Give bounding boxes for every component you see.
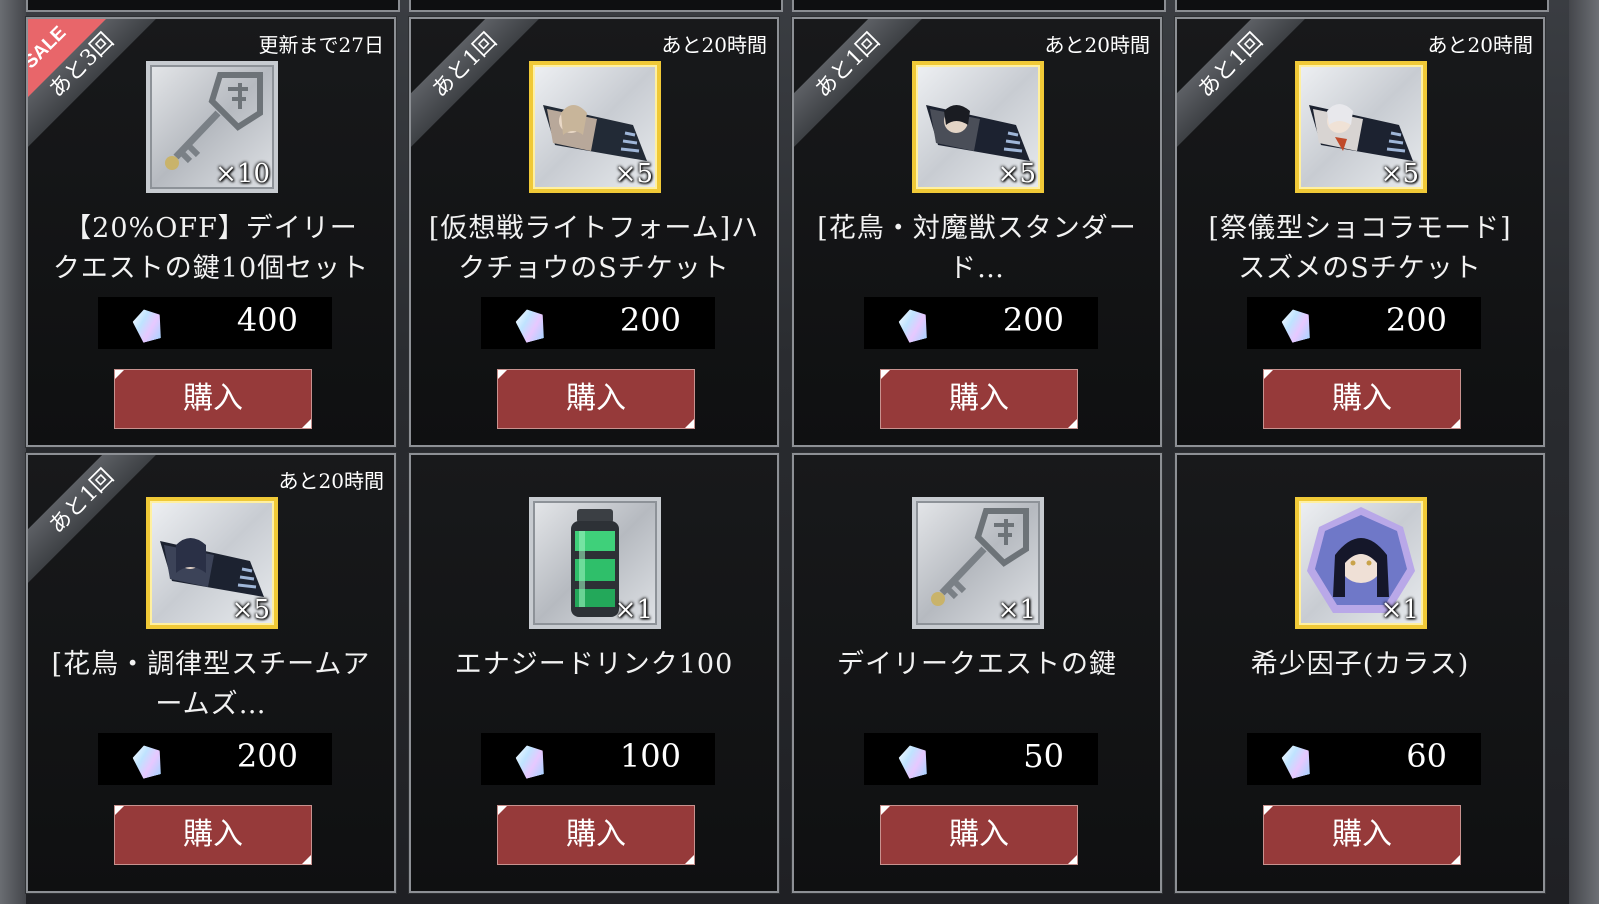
- price-box: 200: [864, 297, 1098, 349]
- item-quantity: ×5: [231, 595, 270, 625]
- shop-card: あと3回 SALE 更新まで27日 ×10 【20%OFF】デイリー クエストの鍵…: [25, 16, 397, 448]
- item-name: [仮想戦ライトフォーム]ハ クチョウのSチケット: [428, 213, 760, 284]
- price-value: 100: [619, 737, 681, 775]
- refresh-timer: あと20時間: [1044, 33, 1150, 57]
- item-icon-frame[interactable]: ×1: [1295, 497, 1427, 629]
- refresh-timer: あと20時間: [661, 33, 767, 57]
- buy-button[interactable]: 購入: [880, 369, 1078, 429]
- refresh-timer: 更新まで27日: [258, 33, 384, 57]
- item-name: [花鳥・調律型スチームア ームズ…: [51, 649, 371, 720]
- refresh-timer: あと20時間: [1427, 33, 1533, 57]
- shop-card: あと1回 あと20時間 ×5 [花鳥・対魔獣スタンダー ド… 200 購入: [791, 16, 1163, 448]
- refresh-timer: あと20時間: [278, 469, 384, 493]
- buy-button[interactable]: 購入: [497, 369, 695, 429]
- shop-card: あと1回 あと20時間 ×5 [祭儀型ショコラモード] スズメのSチケット 200…: [1174, 16, 1546, 448]
- item-name: 【20%OFF】デイリー クエストの鍵10個セット: [52, 213, 370, 284]
- item-icon-frame[interactable]: ×10: [146, 61, 278, 193]
- price-value: 200: [1002, 301, 1064, 339]
- shop-card: ×1 希少因子(カラス) 60 購入: [1174, 452, 1546, 894]
- item-icon-frame[interactable]: ×1: [529, 497, 661, 629]
- left-edge: [0, 0, 26, 904]
- item-name: 希少因子(カラス): [1250, 649, 1470, 680]
- price-value: 200: [236, 737, 298, 775]
- price-box: 60: [1247, 733, 1481, 785]
- item-quantity: ×5: [614, 159, 653, 189]
- shop-card: あと1回 あと20時間 ×5 [仮想戦ライトフォーム]ハ クチョウのSチケット 2…: [408, 16, 780, 448]
- price-box: 100: [481, 733, 715, 785]
- buy-button[interactable]: 購入: [114, 805, 312, 865]
- price-value: 200: [619, 301, 681, 339]
- crystal-gem-icon: [896, 306, 931, 344]
- item-icon-frame[interactable]: ×5: [529, 61, 661, 193]
- price-box: 200: [98, 733, 332, 785]
- crystal-gem-icon: [1279, 306, 1314, 344]
- price-box: 400: [98, 297, 332, 349]
- price-value: 400: [236, 301, 298, 339]
- item-icon-frame[interactable]: ×5: [1295, 61, 1427, 193]
- buy-button[interactable]: 購入: [1263, 805, 1461, 865]
- item-icon-frame[interactable]: ×1: [912, 497, 1044, 629]
- item-quantity: ×1: [997, 595, 1036, 625]
- price-value: 200: [1385, 301, 1447, 339]
- item-name: エナジードリンク100: [454, 649, 734, 680]
- shop-card: あと1回 あと20時間 ×5 [花鳥・調律型スチームア ームズ… 200 購入: [25, 452, 397, 894]
- previous-row-edge: [26, 0, 1569, 14]
- crystal-gem-icon: [130, 306, 165, 344]
- item-quantity: ×10: [215, 159, 270, 189]
- price-value: 60: [1406, 737, 1447, 775]
- item-icon-frame[interactable]: ×5: [146, 497, 278, 629]
- shop-card: ×1 デイリークエストの鍵 50 購入: [791, 452, 1163, 894]
- crystal-gem-icon: [896, 742, 931, 780]
- crystal-gem-icon: [130, 742, 165, 780]
- item-quantity: ×5: [1380, 159, 1419, 189]
- buy-button[interactable]: 購入: [880, 805, 1078, 865]
- price-value: 50: [1023, 737, 1064, 775]
- item-quantity: ×1: [614, 595, 653, 625]
- item-name: デイリークエストの鍵: [837, 649, 1117, 680]
- item-quantity: ×1: [1380, 595, 1419, 625]
- crystal-gem-icon: [1279, 742, 1314, 780]
- price-box: 50: [864, 733, 1098, 785]
- price-box: 200: [481, 297, 715, 349]
- buy-button[interactable]: 購入: [1263, 369, 1461, 429]
- item-quantity: ×5: [997, 159, 1036, 189]
- item-name: [花鳥・対魔獣スタンダー ド…: [817, 213, 1137, 284]
- item-icon-frame[interactable]: ×5: [912, 61, 1044, 193]
- item-name: [祭儀型ショコラモード] スズメのSチケット: [1208, 213, 1512, 284]
- buy-button[interactable]: 購入: [497, 805, 695, 865]
- price-box: 200: [1247, 297, 1481, 349]
- right-edge: [1569, 0, 1599, 904]
- shop-card: ×1 エナジードリンク100 100 購入: [408, 452, 780, 894]
- crystal-gem-icon: [513, 742, 548, 780]
- buy-button[interactable]: 購入: [114, 369, 312, 429]
- crystal-gem-icon: [513, 306, 548, 344]
